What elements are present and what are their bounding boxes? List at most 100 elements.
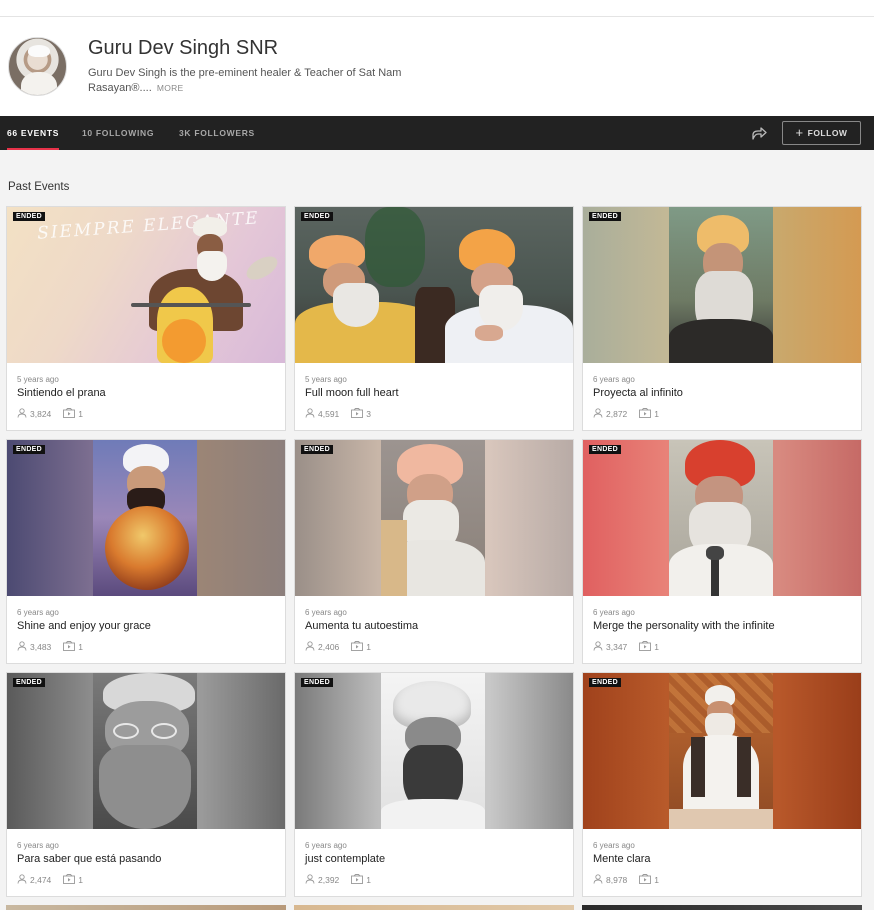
event-stats: 2,406 1: [305, 641, 371, 653]
event-title[interactable]: Mente clara: [593, 853, 650, 865]
event-card[interactable]: ENDED 6 years ago Aumenta tu autoestima …: [294, 439, 574, 664]
share-icon[interactable]: [750, 124, 768, 142]
top-bar: [0, 0, 874, 17]
session-count: 1: [78, 642, 84, 652]
event-thumbnail[interactable]: SIEMPRE ELEGANTE: [7, 207, 285, 363]
section-title: Past Events: [8, 181, 70, 193]
event-card[interactable]: ENDED 6 years ago Mente clara 8,978 1: [582, 672, 862, 897]
attendee-count: 3,483: [30, 642, 52, 652]
profile-navbar: 66 EVENTS 10 FOLLOWING 3K FOLLOWERS: [0, 116, 874, 150]
tab-followers[interactable]: 3K FOLLOWERS: [179, 116, 255, 150]
event-date: 6 years ago: [593, 608, 635, 617]
session-count: 1: [78, 875, 84, 885]
event-date: 6 years ago: [305, 608, 347, 617]
event-date: 6 years ago: [305, 841, 347, 850]
attendee-count: 3,824: [30, 409, 52, 419]
status-badge: ENDED: [13, 212, 46, 221]
tab-following[interactable]: 10 FOLLOWING: [82, 116, 154, 150]
person-icon: [305, 641, 318, 653]
session-count: 1: [366, 875, 372, 885]
status-badge: ENDED: [589, 212, 622, 221]
profile-bio-text: Guru Dev Singh is the pre-eminent healer…: [88, 67, 402, 94]
person-icon: [305, 408, 318, 420]
event-stats: 8,978 1: [593, 874, 659, 886]
event-thumbnail[interactable]: [583, 673, 861, 829]
event-thumbnail[interactable]: [295, 207, 573, 363]
profile-name: Guru Dev Singh SNR: [88, 37, 279, 59]
attendee-count: 2,392: [318, 875, 340, 885]
profile-avatar[interactable]: [8, 37, 67, 96]
video-icon: [639, 641, 654, 653]
event-card[interactable]: ENDED 6 years ago Proyecta al infinito 2…: [582, 206, 862, 431]
event-card-partial[interactable]: [6, 905, 286, 910]
video-icon: [639, 408, 654, 420]
event-thumbnail[interactable]: [583, 207, 861, 363]
person-icon: [17, 408, 30, 420]
session-count: 1: [366, 642, 372, 652]
event-title[interactable]: Proyecta al infinito: [593, 387, 683, 399]
event-card-partial[interactable]: [582, 905, 862, 910]
plus-icon: +: [795, 125, 804, 140]
session-count: 1: [654, 409, 660, 419]
event-card[interactable]: ENDED 6 years ago just contemplate 2,392…: [294, 672, 574, 897]
event-card[interactable]: ENDED 6 years ago Para saber que está pa…: [6, 672, 286, 897]
status-badge: ENDED: [589, 678, 622, 687]
event-card[interactable]: ENDED 5 years ago Full moon full heart 4…: [294, 206, 574, 431]
follow-label: FOLLOW: [807, 128, 848, 138]
attendee-count: 3,347: [606, 642, 628, 652]
attendee-count: 4,591: [318, 409, 340, 419]
event-date: 6 years ago: [593, 841, 635, 850]
status-badge: ENDED: [301, 445, 334, 454]
attendee-count: 2,406: [318, 642, 340, 652]
event-thumbnail[interactable]: [7, 673, 285, 829]
video-icon: [63, 874, 78, 886]
session-count: 1: [78, 409, 84, 419]
status-badge: ENDED: [301, 678, 334, 687]
status-badge: ENDED: [13, 445, 46, 454]
person-icon: [17, 641, 30, 653]
event-date: 6 years ago: [17, 608, 59, 617]
event-stats: 3,347 1: [593, 641, 659, 653]
event-card-partial[interactable]: [294, 905, 574, 910]
person-icon: [305, 874, 318, 886]
attendee-count: 8,978: [606, 875, 628, 885]
video-icon: [63, 408, 78, 420]
event-stats: 2,392 1: [305, 874, 371, 886]
event-title[interactable]: Shine and enjoy your grace: [17, 620, 151, 632]
tab-events[interactable]: 66 EVENTS: [7, 116, 60, 150]
person-icon: [17, 874, 30, 886]
video-icon: [351, 408, 366, 420]
more-link[interactable]: MORE: [157, 83, 184, 93]
event-stats: 2,474 1: [17, 874, 83, 886]
event-title[interactable]: Aumenta tu autoestima: [305, 620, 418, 632]
event-card[interactable]: ENDED 6 years ago Shine and enjoy your g…: [6, 439, 286, 664]
event-thumbnail[interactable]: [7, 440, 285, 596]
event-title[interactable]: Full moon full heart: [305, 387, 399, 399]
event-thumbnail[interactable]: [295, 673, 573, 829]
event-title[interactable]: Para saber que está pasando: [17, 853, 161, 865]
person-icon: [593, 874, 606, 886]
session-count: 3: [366, 409, 372, 419]
event-title[interactable]: Sintiendo el prana: [17, 387, 106, 399]
profile-bio: Guru Dev Singh is the pre-eminent healer…: [88, 66, 418, 96]
attendee-count: 2,872: [606, 409, 628, 419]
session-count: 1: [654, 642, 660, 652]
event-thumbnail[interactable]: [295, 440, 573, 596]
profile-header: Guru Dev Singh SNR Guru Dev Singh is the…: [0, 17, 874, 116]
event-stats: 3,824 1: [17, 408, 83, 420]
session-count: 1: [654, 875, 660, 885]
video-icon: [639, 874, 654, 886]
event-date: 5 years ago: [17, 375, 59, 384]
follow-button[interactable]: + FOLLOW: [782, 121, 861, 145]
video-icon: [351, 641, 366, 653]
status-badge: ENDED: [589, 445, 622, 454]
event-thumbnail[interactable]: [583, 440, 861, 596]
event-card[interactable]: SIEMPRE ELEGANTE ENDED 5 years ago Sinti…: [6, 206, 286, 431]
attendee-count: 2,474: [30, 875, 52, 885]
event-card[interactable]: ENDED 6 years ago Merge the personality …: [582, 439, 862, 664]
event-date: 5 years ago: [305, 375, 347, 384]
person-icon: [593, 641, 606, 653]
event-title[interactable]: Merge the personality with the infinite: [593, 620, 775, 632]
person-icon: [593, 408, 606, 420]
event-title[interactable]: just contemplate: [305, 853, 385, 865]
